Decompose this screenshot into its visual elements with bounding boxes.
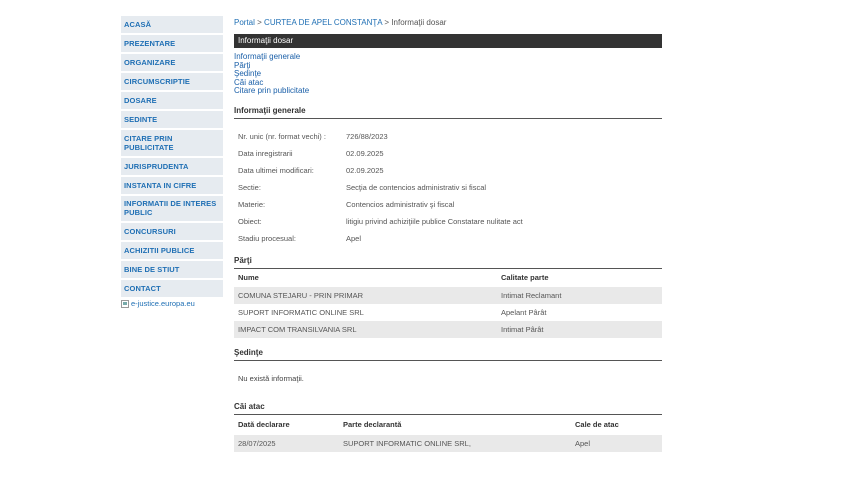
info-value: Apel (346, 233, 362, 243)
section-title-cai-atac: Căi atac (234, 402, 662, 415)
ejustice-alt-text: e-justice.europa.eu (131, 299, 195, 308)
column-header-cale-de-atac: Cale de atac (575, 420, 619, 429)
section-title-sedinte: Şedinţe (234, 348, 662, 361)
main-content: Portal > CURTEA DE APEL CONSTANŢA > Info… (234, 16, 662, 452)
breadcrumb-portal[interactable]: Portal (234, 18, 255, 27)
nav-informatii-interes-public[interactable]: INFORMATII DE INTERES PUBLIC (121, 196, 223, 221)
info-label: Obiect: (238, 216, 262, 226)
breadcrumb-court[interactable]: CURTEA DE APEL CONSTANŢA (264, 18, 382, 27)
appeal-date: 28/07/2025 (238, 438, 276, 448)
party-name: SUPORT INFORMATIC ONLINE SRL (238, 307, 364, 317)
nav-achizitii-publice[interactable]: ACHIZITII PUBLICE (121, 242, 223, 259)
info-value: Secţia de contencios administrativ si fi… (346, 182, 487, 192)
info-row: Stadiu procesual: Apel (234, 230, 662, 247)
info-label: Data ultimei modificari: (238, 165, 314, 175)
anchor-citare-prin-publicitate[interactable]: Citare prin publicitate (234, 86, 662, 96)
info-row: Data inregistrarii 02.09.2025 (234, 145, 662, 162)
nav-concursuri[interactable]: CONCURSURI (121, 223, 223, 240)
anchor-sedinte[interactable]: Şedinţe (234, 69, 662, 79)
nav-jurisprudenta[interactable]: JURISPRUDENTA (121, 158, 223, 175)
info-value: 02.09.2025 (346, 148, 384, 158)
party-name: COMUNA STEJARU - PRIN PRIMAR (238, 290, 364, 300)
table-row: SUPORT INFORMATIC ONLINE SRL Apelant Pâr… (234, 304, 662, 321)
info-value: 726/88/2023 (346, 131, 388, 141)
nav-sedinte[interactable]: SEDINTE (121, 111, 223, 128)
nav-organizare[interactable]: ORGANIZARE (121, 54, 223, 71)
party-role: Apelant Pârât (501, 307, 547, 317)
sidebar-nav: ACASĂ PREZENTARE ORGANIZARE CIRCUMSCRIPT… (121, 16, 223, 308)
table-row: COMUNA STEJARU - PRIN PRIMAR Intimat Rec… (234, 286, 662, 304)
sedinte-empty-message: Nu există informaţii. (238, 373, 304, 383)
section-anchor-links: Informaţii generale Părţi Şedinţe Căi at… (234, 52, 662, 96)
cai-atac-table-header: Dată declarare Parte declarantă Cale de … (234, 415, 662, 435)
section-title-parti: Părţi (234, 256, 662, 269)
info-label: Stadiu procesual: (238, 233, 296, 243)
table-row: IMPACT COM TRANSILVANIA SRL Intimat Pârâ… (234, 320, 662, 338)
nav-circumscriptie[interactable]: CIRCUMSCRIPTIE (121, 73, 223, 90)
anchor-parti[interactable]: Părţi (234, 61, 662, 71)
breadcrumb-separator: > (384, 18, 390, 27)
broken-image-icon (121, 299, 129, 308)
general-info-table: Nr. unic (nr. format vechi) : 726/88/2023… (234, 128, 662, 247)
info-row: Sectie: Secţia de contencios administrati… (234, 179, 662, 196)
breadcrumb: Portal > CURTEA DE APEL CONSTANŢA > Info… (234, 16, 662, 30)
column-header-data-declarare: Dată declarare (238, 420, 290, 429)
column-header-parte-declaranta: Parte declarantă (343, 420, 402, 429)
info-value: litigiu privind achiziţiile publice Cons… (346, 216, 523, 226)
page-title: Informaţii dosar (234, 34, 662, 48)
breadcrumb-current: Informaţii dosar (391, 18, 447, 27)
appeal-party: SUPORT INFORMATIC ONLINE SRL, (343, 438, 471, 448)
column-header-nume: Nume (238, 273, 259, 282)
party-name: IMPACT COM TRANSILVANIA SRL (238, 324, 357, 334)
info-value: Contencios administrativ şi fiscal (346, 199, 455, 209)
anchor-informatii-generale[interactable]: Informaţii generale (234, 52, 662, 62)
appeal-type: Apel (575, 438, 591, 448)
parti-table-header: Nume Calitate parte (234, 269, 662, 287)
column-header-calitate-parte: Calitate parte (501, 273, 549, 282)
party-role: Intimat Reclamant (501, 290, 562, 300)
info-value: 02.09.2025 (346, 165, 384, 175)
nav-bine-de-stiut[interactable]: BINE DE STIUT (121, 261, 223, 278)
section-title-informatii-generale: Informaţii generale (234, 106, 662, 119)
info-label: Nr. unic (nr. format vechi) : (238, 131, 326, 141)
ejustice-link[interactable]: e-justice.europa.eu (121, 299, 223, 308)
nav-contact[interactable]: CONTACT (121, 280, 223, 297)
info-label: Sectie: (238, 182, 261, 192)
nav-instanta-in-cifre[interactable]: INSTANTA IN CIFRE (121, 177, 223, 194)
info-row: Nr. unic (nr. format vechi) : 726/88/2023 (234, 128, 662, 145)
party-role: Intimat Pârât (501, 324, 544, 334)
info-row: Materie: Contencios administrativ şi fisc… (234, 196, 662, 213)
nav-citare-prin-publicitate[interactable]: CITARE PRIN PUBLICITATE (121, 130, 223, 156)
info-label: Data inregistrarii (238, 148, 293, 158)
info-row: Obiect: litigiu privind achiziţiile publi… (234, 213, 662, 230)
info-row: Data ultimei modificari: 02.09.2025 (234, 162, 662, 179)
nav-dosare[interactable]: DOSARE (121, 92, 223, 109)
nav-acasa[interactable]: ACASĂ (121, 16, 223, 33)
info-label: Materie: (238, 199, 266, 209)
nav-prezentare[interactable]: PREZENTARE (121, 35, 223, 52)
table-row: 28/07/2025 SUPORT INFORMATIC ONLINE SRL,… (234, 434, 662, 452)
breadcrumb-separator: > (257, 18, 262, 27)
